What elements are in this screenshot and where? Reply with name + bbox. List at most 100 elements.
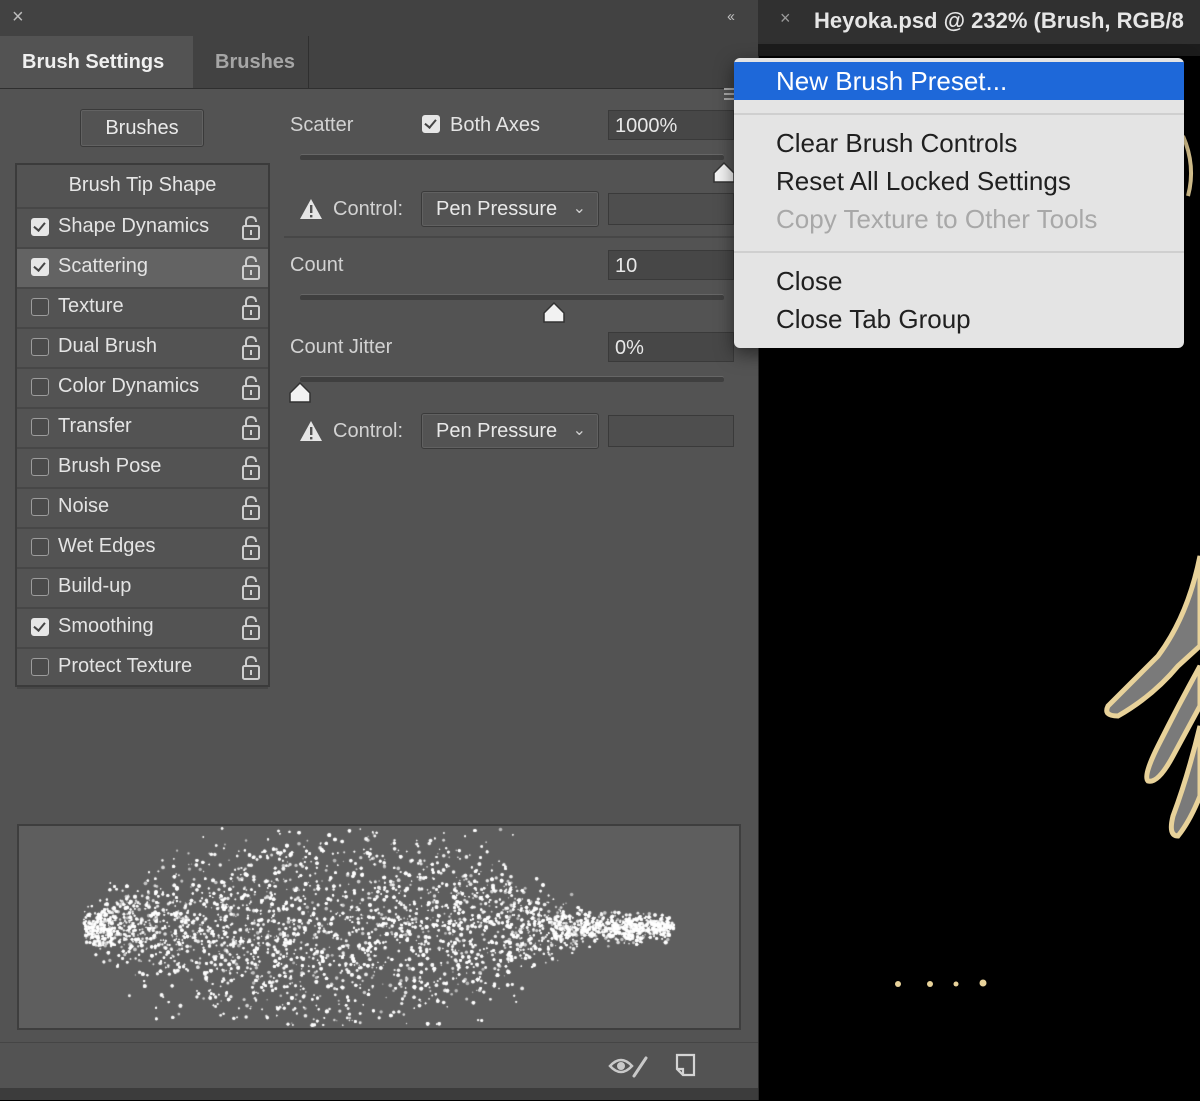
option-label: Shape Dynamics [58, 215, 210, 237]
option-label: Noise [58, 495, 110, 517]
option-checkbox[interactable] [31, 498, 49, 516]
option-checkbox[interactable] [31, 458, 49, 476]
brush-option-shape-dynamics[interactable]: Shape Dynamics [17, 209, 268, 249]
panel-context-menu: New Brush Preset... Clear Brush Controls… [734, 58, 1184, 348]
option-checkbox[interactable] [31, 418, 49, 436]
lock-icon[interactable] [241, 375, 261, 401]
option-checkbox[interactable] [31, 578, 49, 596]
menu-item-clear-brush-controls[interactable]: Clear Brush Controls [734, 124, 1184, 162]
option-label: Smoothing [58, 615, 154, 637]
brush-option-brush-pose[interactable]: Brush Pose [17, 449, 268, 489]
brush-stroke-preview [17, 824, 741, 1030]
new-preset-icon[interactable] [674, 1052, 698, 1078]
brush-settings-panel: × ‹‹ Brush Settings Brushes Brushes Brus… [0, 0, 759, 1100]
brush-option-noise[interactable]: Noise [17, 489, 268, 529]
menu-item-close-tab-group[interactable]: Close Tab Group [734, 300, 1184, 338]
lock-icon[interactable] [241, 215, 261, 241]
both-axes-label: Both Axes [450, 114, 541, 136]
document-close-button[interactable]: × [780, 8, 791, 29]
count-slider-thumb[interactable] [542, 302, 566, 324]
lock-icon[interactable] [241, 615, 261, 641]
menu-item-copy-texture: Copy Texture to Other Tools [776, 204, 1098, 234]
eye-brush-icon[interactable] [608, 1052, 650, 1080]
tab-brushes[interactable]: Brushes [193, 36, 309, 88]
panel-title-bar: × ‹‹ [0, 0, 758, 36]
option-label: Scattering [58, 255, 149, 277]
option-label: Texture [58, 295, 124, 317]
tab-brush-settings[interactable]: Brush Settings [0, 36, 193, 88]
brushes-button[interactable]: Brushes [80, 109, 204, 147]
option-checkbox[interactable] [31, 218, 49, 236]
brush-option-color-dynamics[interactable]: Color Dynamics [17, 369, 268, 409]
scatter-label: Scatter [290, 114, 354, 136]
option-checkbox[interactable] [31, 258, 49, 276]
count-value-field[interactable]: 10 [608, 250, 734, 280]
jitter-control-select[interactable]: Pen Pressure ⌄ [421, 413, 599, 449]
option-label: Wet Edges [58, 535, 156, 557]
count-slider[interactable] [300, 294, 724, 300]
option-checkbox[interactable] [31, 538, 49, 556]
lock-icon[interactable] [241, 535, 261, 561]
option-checkbox[interactable] [31, 378, 49, 396]
scatter-value-field[interactable]: 1000% [608, 110, 734, 140]
jitter-control-label: Control: [333, 420, 404, 442]
warning-icon [300, 421, 322, 441]
lock-icon[interactable] [241, 295, 261, 321]
count-label: Count [290, 254, 344, 276]
brush-option-protect-texture[interactable]: Protect Texture [17, 649, 268, 689]
scatter-slider-thumb[interactable] [712, 162, 736, 184]
lock-icon[interactable] [241, 455, 261, 481]
count-jitter-label: Count Jitter [290, 336, 393, 358]
lock-icon[interactable] [241, 575, 261, 601]
option-label: Transfer [58, 415, 132, 437]
jitter-control-value: Pen Pressure [436, 420, 558, 442]
menu-separator [734, 113, 1184, 115]
brush-option-build-up[interactable]: Build-up [17, 569, 268, 609]
option-label: Brush Pose [58, 455, 162, 477]
brush-options-list: Brush Tip Shape Shape Dynamics Scattering… [15, 163, 270, 689]
option-label: Build-up [58, 575, 132, 597]
lock-icon[interactable] [241, 335, 261, 361]
warning-icon [300, 199, 322, 219]
scatter-slider[interactable] [300, 154, 724, 160]
option-checkbox[interactable] [31, 338, 49, 356]
option-label: Dual Brush [58, 335, 157, 357]
option-checkbox[interactable] [31, 298, 49, 316]
jitter-control-field [608, 415, 734, 447]
panel-close-button[interactable]: × [12, 6, 24, 29]
count-jitter-slider-thumb[interactable] [288, 382, 312, 404]
count-jitter-slider[interactable] [300, 376, 724, 382]
option-checkbox[interactable] [31, 658, 49, 676]
brush-option-smoothing[interactable]: Smoothing [17, 609, 268, 649]
lock-icon[interactable] [241, 495, 261, 521]
hand-drawing [1104, 555, 1200, 839]
panel-bottom-strip [0, 1088, 758, 1100]
option-label: Color Dynamics [58, 375, 200, 397]
brush-option-dual-brush[interactable]: Dual Brush [17, 329, 268, 369]
document-ruler-strip [758, 44, 1200, 56]
menu-item-new-brush-preset[interactable]: New Brush Preset... [734, 62, 1184, 100]
panel-collapse-button[interactable]: ‹‹ [727, 8, 735, 25]
brush-option-transfer[interactable]: Transfer [17, 409, 268, 449]
stroke-preview-canvas [19, 826, 739, 1028]
brush-tip-shape-item[interactable]: Brush Tip Shape [17, 165, 268, 209]
option-checkbox[interactable] [31, 618, 49, 636]
brush-option-wet-edges[interactable]: Wet Edges [17, 529, 268, 569]
menu-item-reset-locked-settings[interactable]: Reset All Locked Settings [734, 162, 1184, 200]
scatter-control-label: Control: [333, 198, 404, 220]
brush-option-texture[interactable]: Texture [17, 289, 268, 329]
lock-icon[interactable] [241, 415, 261, 441]
section-divider [284, 236, 758, 238]
scatter-control-select[interactable]: Pen Pressure ⌄ [421, 191, 599, 227]
count-jitter-value-field[interactable]: 0% [608, 332, 734, 362]
both-axes-checkbox[interactable] [422, 115, 440, 133]
lock-icon[interactable] [241, 655, 261, 681]
brush-option-scattering[interactable]: Scattering [17, 249, 268, 289]
lock-icon[interactable] [241, 255, 261, 281]
chevron-down-icon: ⌄ [572, 422, 586, 439]
panel-tab-row: Brush Settings Brushes [0, 36, 758, 100]
scatter-control-value: Pen Pressure [436, 198, 558, 220]
menu-item-close[interactable]: Close [734, 262, 1184, 300]
chevron-down-icon: ⌄ [572, 200, 586, 217]
document-tab-title[interactable]: Heyoka.psd @ 232% (Brush, RGB/8 [814, 8, 1184, 34]
